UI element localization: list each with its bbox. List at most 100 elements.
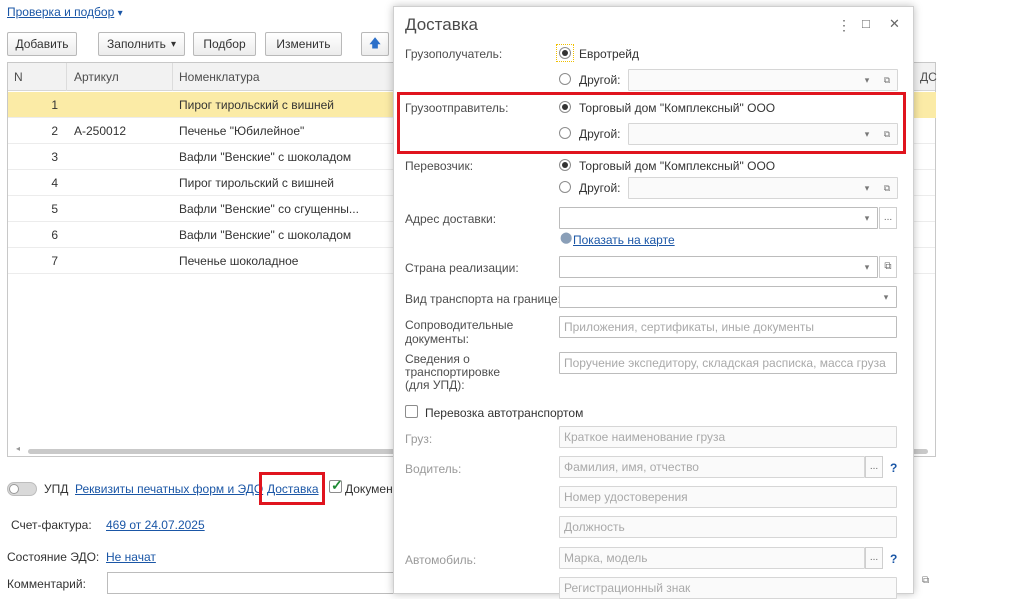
vehicle-plate-placeholder: Регистрационный знак xyxy=(564,581,691,595)
column-header-vat[interactable]: ДС xyxy=(920,70,937,84)
driver-license-field[interactable]: Номер удостоверения xyxy=(559,486,897,508)
delivery-dialog: Доставка ⋮ □ ✕ Грузополучатель: Евротрей… xyxy=(393,6,914,599)
driver-position-field[interactable]: Должность xyxy=(559,516,897,538)
open-icon[interactable]: ⧉ xyxy=(879,178,895,198)
chevron-down-icon[interactable]: ▾ xyxy=(859,178,875,198)
cargo-field[interactable]: Краткое наименование груза xyxy=(559,426,897,448)
carrier-option-2-label: Другой: xyxy=(579,181,621,195)
accompanying-docs-label: Сопроводительные документы: xyxy=(405,318,513,346)
consignee-label: Грузополучатель: xyxy=(405,47,503,61)
breadcrumb[interactable]: Проверка и подбор ▾ xyxy=(7,5,123,19)
chevron-down-icon[interactable]: ▾ xyxy=(878,287,894,307)
open-icon[interactable]: ⧉ xyxy=(879,70,895,90)
add-button[interactable]: Добавить xyxy=(7,32,77,56)
map-pin-icon: ⬤ xyxy=(560,232,573,244)
carrier-radio-1[interactable] xyxy=(559,159,571,171)
column-divider xyxy=(172,63,173,91)
select-button[interactable]: Подбор xyxy=(193,32,256,56)
move-up-button[interactable]: 🡅 xyxy=(361,32,389,56)
vehicle-model-placeholder: Марка, модель xyxy=(564,551,648,565)
country-open-button[interactable]: ⧉ xyxy=(879,256,897,278)
row-nomenclature: Вафли "Венские" со сгущенны... xyxy=(179,202,359,216)
accompanying-docs-label-line-2: документы: xyxy=(405,332,469,346)
road-transport-label: Перевозка автотранспортом xyxy=(425,406,584,420)
carrier-option-1-label: Торговый дом "Комплексный" ООО xyxy=(579,159,776,173)
address-field[interactable]: ▾ xyxy=(559,207,878,229)
transport-type-select[interactable]: ▾ xyxy=(559,286,897,308)
driver-name-field[interactable]: Фамилия, имя, отчество xyxy=(559,456,865,478)
carrier-label: Перевозчик: xyxy=(405,159,474,173)
vehicle-model-field[interactable]: Марка, модель xyxy=(559,547,865,569)
transport-info-placeholder: Поручение экспедитору, складская расписк… xyxy=(564,356,886,370)
row-number: 2 xyxy=(51,124,58,138)
driver-select-button[interactable]: ... xyxy=(865,456,883,478)
row-article xyxy=(74,248,174,274)
chevron-down-icon[interactable]: ▾ xyxy=(859,257,875,277)
comment-label: Комментарий: xyxy=(7,577,86,591)
row-number: 6 xyxy=(51,228,58,242)
row-number: 5 xyxy=(51,202,58,216)
row-article xyxy=(74,144,174,170)
column-header-nomenclature[interactable]: Номенклатура xyxy=(179,63,260,91)
address-select-button[interactable]: ... xyxy=(879,207,897,229)
consignee-other-select[interactable]: ▾ ⧉ xyxy=(628,69,898,91)
row-nomenclature: Печенье "Юбилейное" xyxy=(179,124,305,138)
consignee-radio-1[interactable] xyxy=(559,47,571,59)
accompanying-docs-field[interactable]: Приложения, сертификаты, иные документы xyxy=(559,316,897,338)
upd-toggle[interactable] xyxy=(7,482,37,496)
column-header-article[interactable]: Артикул xyxy=(74,63,119,91)
chevron-down-icon[interactable]: ▾ xyxy=(859,70,875,90)
address-label: Адрес доставки: xyxy=(405,212,497,226)
change-button-label: Изменить xyxy=(276,37,331,51)
fill-button-label: Заполнить xyxy=(107,37,166,51)
vehicle-label: Автомобиль: xyxy=(405,553,477,567)
vehicle-plate-field[interactable]: Регистрационный знак xyxy=(559,577,897,599)
row-number: 4 xyxy=(51,176,58,190)
fill-button[interactable]: Заполнить ▾ xyxy=(98,32,185,56)
scroll-left-icon[interactable]: ◂ xyxy=(16,444,20,453)
more-menu-icon[interactable]: ⋮ xyxy=(837,17,851,34)
transport-info-label: Сведения о транспортировке (для УПД): xyxy=(405,353,500,392)
carrier-radio-2[interactable] xyxy=(559,181,571,193)
change-button[interactable]: Изменить xyxy=(265,32,342,56)
row-nomenclature: Вафли "Венские" с шоколадом xyxy=(179,228,352,242)
row-nomenclature: Пирог тирольский с вишней xyxy=(179,98,334,112)
open-icon[interactable]: ⧉ xyxy=(922,575,929,586)
row-nomenclature: Пирог тирольский с вишней xyxy=(179,176,334,190)
invoice-link[interactable]: 469 от 24.07.2025 xyxy=(106,518,205,532)
row-article xyxy=(74,92,174,118)
invoice-label: Счет-фактура: xyxy=(11,518,92,532)
road-transport-checkbox[interactable] xyxy=(405,405,418,418)
print-forms-link[interactable]: Реквизиты печатных форм и ЭДО xyxy=(75,482,263,496)
vehicle-select-button[interactable]: ... xyxy=(865,547,883,569)
driver-help-icon[interactable]: ? xyxy=(890,461,897,475)
accompanying-docs-placeholder: Приложения, сертификаты, иные документы xyxy=(564,320,815,334)
country-select[interactable]: ▾ xyxy=(559,256,878,278)
transport-info-field[interactable]: Поручение экспедитору, складская расписк… xyxy=(559,352,897,374)
consignee-radio-2[interactable] xyxy=(559,73,571,85)
transport-info-label-line-1: Сведения о xyxy=(405,352,470,366)
edo-state-link[interactable]: Не начат xyxy=(106,550,156,564)
carrier-other-select[interactable]: ▾ ⧉ xyxy=(628,177,898,199)
close-icon[interactable]: ✕ xyxy=(889,16,900,32)
toggle-knob xyxy=(9,484,19,494)
driver-name-placeholder: Фамилия, имя, отчество xyxy=(564,460,699,474)
show-on-map-link[interactable]: Показать на карте xyxy=(573,233,675,247)
breadcrumb-link[interactable]: Проверка и подбор xyxy=(7,5,114,19)
upd-label: УПД xyxy=(44,482,69,496)
checkmark-icon: ✓ xyxy=(331,477,343,493)
column-header-n[interactable]: N xyxy=(14,63,23,91)
accompanying-docs-label-line-1: Сопроводительные xyxy=(405,318,514,332)
vehicle-help-icon[interactable]: ? xyxy=(890,552,897,566)
chevron-down-icon: ▾ xyxy=(170,38,176,50)
consignee-option-1-label: Евротрейд xyxy=(579,47,640,61)
driver-label: Водитель: xyxy=(405,462,462,476)
maximize-icon[interactable]: □ xyxy=(862,16,870,31)
row-article xyxy=(74,170,174,196)
highlight-frame xyxy=(259,472,325,505)
transport-info-label-line-3: (для УПД): xyxy=(405,378,465,392)
documents-checkbox[interactable]: ✓ xyxy=(329,477,343,493)
chevron-down-icon[interactable]: ▾ xyxy=(859,208,875,228)
transport-info-label-line-2: транспортировке xyxy=(405,365,501,379)
driver-license-placeholder: Номер удостоверения xyxy=(564,490,688,504)
